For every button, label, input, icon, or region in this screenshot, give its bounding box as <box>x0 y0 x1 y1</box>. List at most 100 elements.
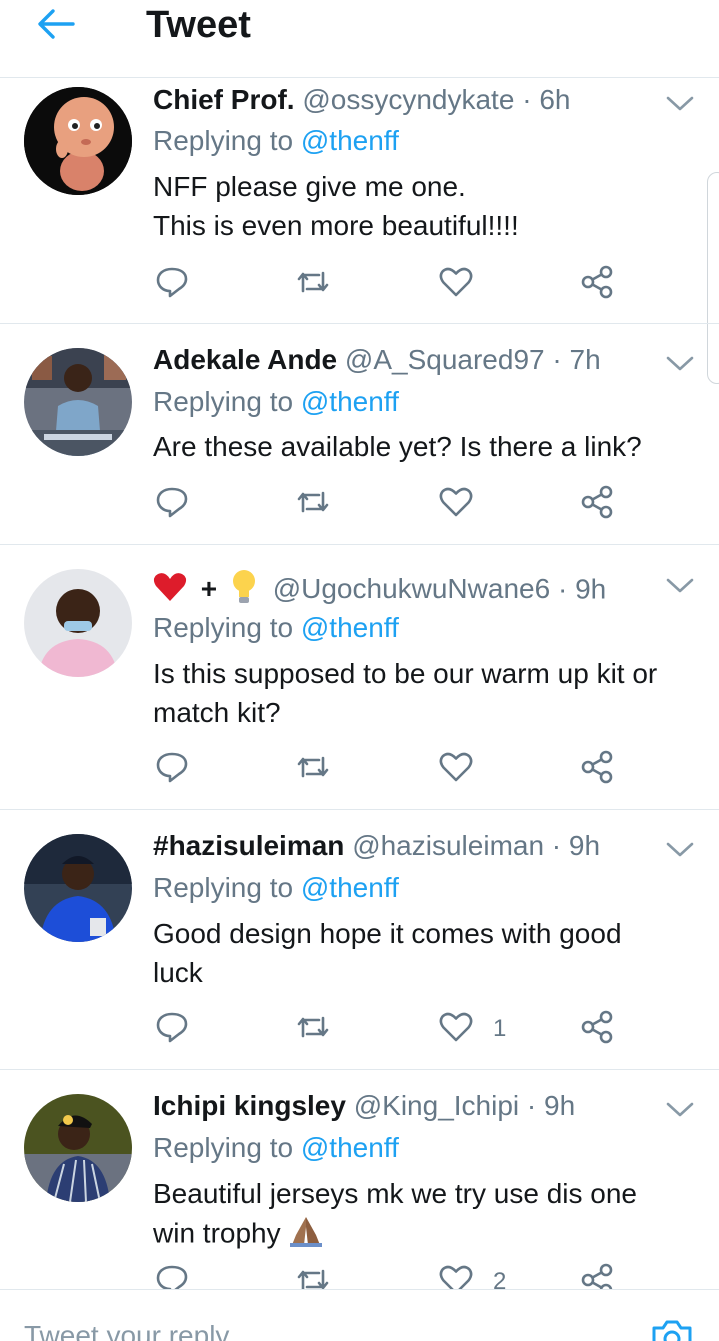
avatar[interactable] <box>24 87 132 195</box>
retweet-button[interactable] <box>295 484 331 524</box>
share-button[interactable] <box>580 264 614 304</box>
replying-to: Replying to @thenff <box>153 611 399 645</box>
share-button[interactable] <box>580 1009 614 1049</box>
share-icon <box>580 1010 614 1049</box>
user-handle[interactable]: @hazisuleiman <box>352 830 544 861</box>
mention-link[interactable]: @thenff <box>301 386 399 417</box>
mention-link[interactable]: @thenff <box>301 612 399 643</box>
user-handle[interactable]: @King_Ichipi <box>354 1090 519 1121</box>
replying-to-label: Replying to <box>153 125 301 156</box>
replying-to: Replying to @thenff <box>153 1131 399 1165</box>
mention-link[interactable]: @thenff <box>301 1132 399 1163</box>
reply-icon <box>155 1010 189 1049</box>
share-icon <box>580 265 614 304</box>
retweet-icon <box>295 1012 331 1047</box>
reply-button[interactable] <box>155 484 189 524</box>
reply-icon <box>155 485 189 524</box>
chevron-down-icon[interactable] <box>664 839 696 861</box>
like-icon <box>439 266 473 303</box>
tweet-text: NFF please give me one. This is even mor… <box>153 167 701 245</box>
user-name[interactable]: Adekale Ande <box>153 344 337 375</box>
avatar[interactable] <box>24 348 132 456</box>
retweet-icon <box>295 752 331 787</box>
tweet-text-line: win trophy <box>153 1213 701 1257</box>
tweet-text-line: NFF please give me one. <box>153 171 466 202</box>
like-icon <box>439 751 473 788</box>
tweet-text: Good design hope it comes with good luck <box>153 914 701 992</box>
replying-to-label: Replying to <box>153 612 301 643</box>
replying-to: Replying to @thenff <box>153 871 399 905</box>
like-count: 1 <box>493 1015 507 1042</box>
user-name[interactable]: #hazisuleiman <box>153 830 344 861</box>
like-button[interactable]: 1 <box>439 1009 506 1049</box>
user-name[interactable]: Ichipi kingsley <box>153 1090 346 1121</box>
chevron-down-icon[interactable] <box>664 93 696 115</box>
timestamp: 6h <box>539 84 571 115</box>
arrow-left-icon <box>38 9 75 39</box>
tweet-item[interactable]: Adekale Ande @A_Squared97 · 7h Replying … <box>0 324 719 545</box>
camera-icon[interactable] <box>650 1318 694 1341</box>
tweet-header: Ichipi kingsley @King_Ichipi · 9h <box>153 1089 575 1123</box>
tweet-text-line: Good design hope it comes with good <box>153 918 622 949</box>
retweet-button[interactable] <box>295 1009 331 1049</box>
tweet-header: Chief Prof. @ossycyndykate · 6h <box>153 83 570 117</box>
reply-icon <box>155 750 189 789</box>
retweet-icon <box>295 267 331 302</box>
avatar[interactable] <box>24 569 132 677</box>
mention-link[interactable]: @thenff <box>301 872 399 903</box>
tweet-item[interactable]: + @UgochukwuNwane6 · 9h Replying to @the… <box>0 545 719 810</box>
tweet-text-line: This is even more beautiful!!!! <box>153 210 519 241</box>
chevron-down-icon[interactable] <box>664 353 696 375</box>
tweet-header: #hazisuleiman @hazisuleiman · 9h <box>153 829 600 863</box>
replying-to: Replying to @thenff <box>153 124 399 158</box>
reply-icon <box>155 265 189 304</box>
replying-to-label: Replying to <box>153 872 301 903</box>
avatar[interactable] <box>24 1094 132 1202</box>
separator: · <box>544 344 570 375</box>
user-handle[interactable]: @UgochukwuNwane6 <box>273 573 550 604</box>
like-button[interactable] <box>439 749 493 789</box>
mention-link[interactable]: @thenff <box>301 125 399 156</box>
chevron-down-icon[interactable] <box>664 1099 696 1121</box>
share-button[interactable] <box>580 749 614 789</box>
tweet-actions: 1 <box>155 1009 625 1049</box>
top-app-bar: Tweet <box>0 0 719 78</box>
separator: · <box>514 84 540 115</box>
user-handle[interactable]: @ossycyndykate <box>302 84 514 115</box>
tweet-item[interactable]: Ichipi kingsley @King_Ichipi · 9h Replyi… <box>0 1070 719 1296</box>
reply-button[interactable] <box>155 1009 189 1049</box>
separator: · <box>519 1090 545 1121</box>
timestamp: 7h <box>569 344 601 375</box>
like-icon <box>439 1011 473 1048</box>
back-button[interactable] <box>34 2 78 46</box>
like-button[interactable] <box>439 484 493 524</box>
light-bulb-icon <box>231 569 257 613</box>
tweet-text-line: luck <box>153 957 203 988</box>
share-icon <box>580 750 614 789</box>
reply-input[interactable]: Tweet your reply <box>24 1320 229 1341</box>
tweet-header: + @UgochukwuNwane6 · 9h <box>153 569 606 613</box>
tweet-text-line: Is this supposed to be our warm up kit o… <box>153 658 658 689</box>
replying-to-label: Replying to <box>153 1132 301 1163</box>
retweet-button[interactable] <box>295 749 331 789</box>
name-plus: + <box>200 573 218 605</box>
retweet-button[interactable] <box>295 264 331 304</box>
chevron-down-icon[interactable] <box>664 575 696 597</box>
user-name[interactable]: Chief Prof. <box>153 84 295 115</box>
tweet-header: Adekale Ande @A_Squared97 · 7h <box>153 343 601 377</box>
timestamp: 9h <box>568 830 601 861</box>
tweet-text: Are these available yet? Is there a link… <box>153 427 701 466</box>
reply-button[interactable] <box>155 749 189 789</box>
like-button[interactable] <box>439 264 493 304</box>
reply-composer: Tweet your reply <box>0 1289 719 1341</box>
avatar[interactable] <box>24 834 132 942</box>
tweet-item[interactable]: #hazisuleiman @hazisuleiman · 9h Replyin… <box>0 810 719 1070</box>
tweet-actions <box>155 484 625 524</box>
share-button[interactable] <box>580 484 614 524</box>
page-title: Tweet <box>146 4 251 46</box>
tweet-item[interactable]: Chief Prof. @ossycyndykate · 6h Replying… <box>0 79 719 324</box>
reply-button[interactable] <box>155 264 189 304</box>
user-handle[interactable]: @A_Squared97 <box>345 344 545 375</box>
replying-to: Replying to @thenff <box>153 385 399 419</box>
tweet-text-fragment: win trophy <box>153 1217 281 1249</box>
